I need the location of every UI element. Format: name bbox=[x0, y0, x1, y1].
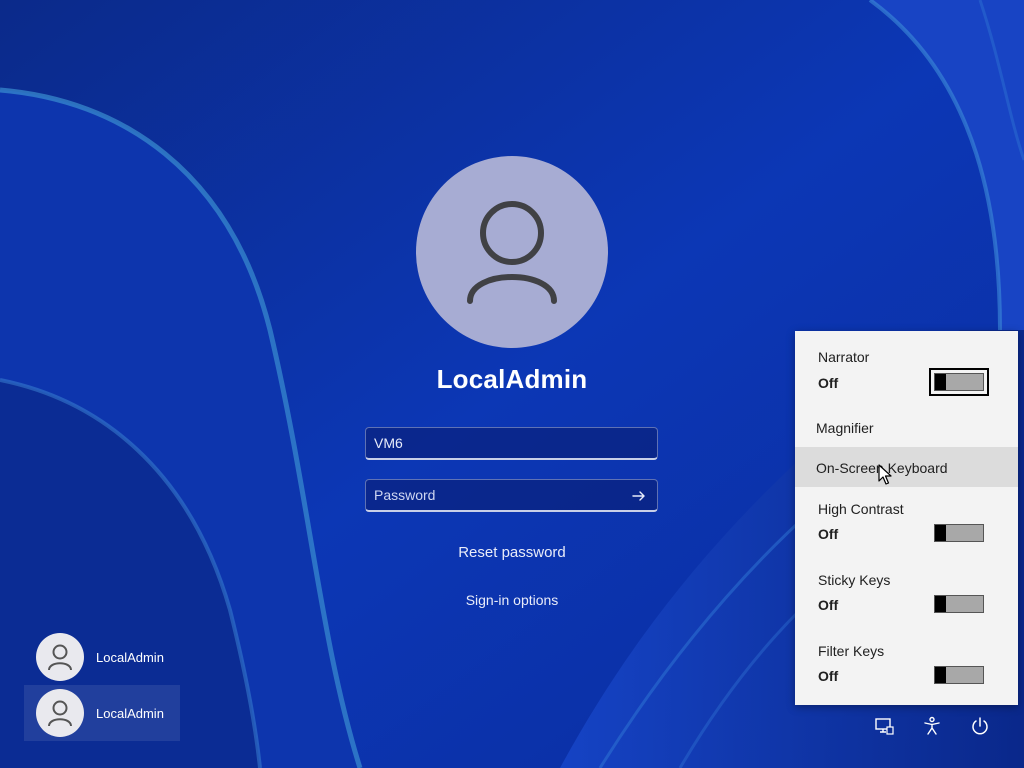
avatar bbox=[36, 633, 84, 681]
sticky-keys-label: Sticky Keys bbox=[818, 572, 891, 588]
magnifier-label: Magnifier bbox=[816, 420, 874, 436]
person-icon bbox=[467, 201, 557, 304]
toggle-knob bbox=[935, 667, 946, 683]
reset-password-link[interactable]: Reset password bbox=[362, 544, 662, 561]
user-avatar bbox=[416, 156, 608, 348]
person-icon bbox=[48, 700, 72, 727]
high-contrast-row: High Contrast Off bbox=[795, 491, 1018, 557]
password-input[interactable] bbox=[366, 487, 632, 503]
high-contrast-label: High Contrast bbox=[818, 501, 904, 517]
accessibility-icon[interactable] bbox=[922, 716, 942, 736]
narrator-toggle[interactable] bbox=[929, 368, 989, 396]
user-list-item-selected[interactable]: LocalAdmin bbox=[24, 685, 180, 741]
filter-keys-row: Filter Keys Off bbox=[795, 633, 1018, 699]
password-field-box[interactable] bbox=[365, 479, 658, 512]
power-icon[interactable] bbox=[970, 716, 990, 736]
on-screen-keyboard-label: On-Screen Keyboard bbox=[816, 460, 948, 476]
avatar bbox=[36, 689, 84, 737]
user-list-name: LocalAdmin bbox=[96, 649, 164, 665]
network-icon[interactable] bbox=[874, 716, 894, 736]
sticky-keys-toggle[interactable] bbox=[934, 595, 984, 613]
filter-keys-label: Filter Keys bbox=[818, 643, 885, 659]
username-input[interactable] bbox=[366, 435, 632, 451]
on-screen-keyboard-item[interactable]: On-Screen Keyboard bbox=[795, 447, 1018, 487]
sticky-keys-state: Off bbox=[818, 597, 839, 613]
narrator-state: Off bbox=[818, 375, 839, 391]
user-list-item[interactable]: LocalAdmin bbox=[24, 629, 180, 685]
magnifier-item[interactable]: Magnifier bbox=[795, 407, 1018, 445]
accessibility-panel: Narrator Off Magnifier On-Screen Keyboar… bbox=[795, 331, 1018, 705]
username-title: LocalAdmin bbox=[436, 364, 588, 394]
username-field-box[interactable] bbox=[365, 427, 658, 460]
sticky-keys-row: Sticky Keys Off bbox=[795, 562, 1018, 628]
person-icon bbox=[48, 644, 72, 671]
user-list-name: LocalAdmin bbox=[96, 705, 164, 721]
toggle-knob bbox=[935, 374, 946, 390]
toggle-knob bbox=[935, 596, 946, 612]
high-contrast-state: Off bbox=[818, 526, 839, 542]
sign-in-options-link[interactable]: Sign-in options bbox=[362, 592, 662, 608]
narrator-label: Narrator bbox=[818, 349, 870, 365]
filter-keys-state: Off bbox=[818, 668, 839, 684]
high-contrast-toggle[interactable] bbox=[934, 524, 984, 542]
filter-keys-toggle[interactable] bbox=[934, 666, 984, 684]
arrow-right-icon[interactable] bbox=[631, 488, 647, 504]
narrator-row: Narrator Off bbox=[795, 331, 1018, 401]
toggle-knob bbox=[935, 525, 946, 541]
